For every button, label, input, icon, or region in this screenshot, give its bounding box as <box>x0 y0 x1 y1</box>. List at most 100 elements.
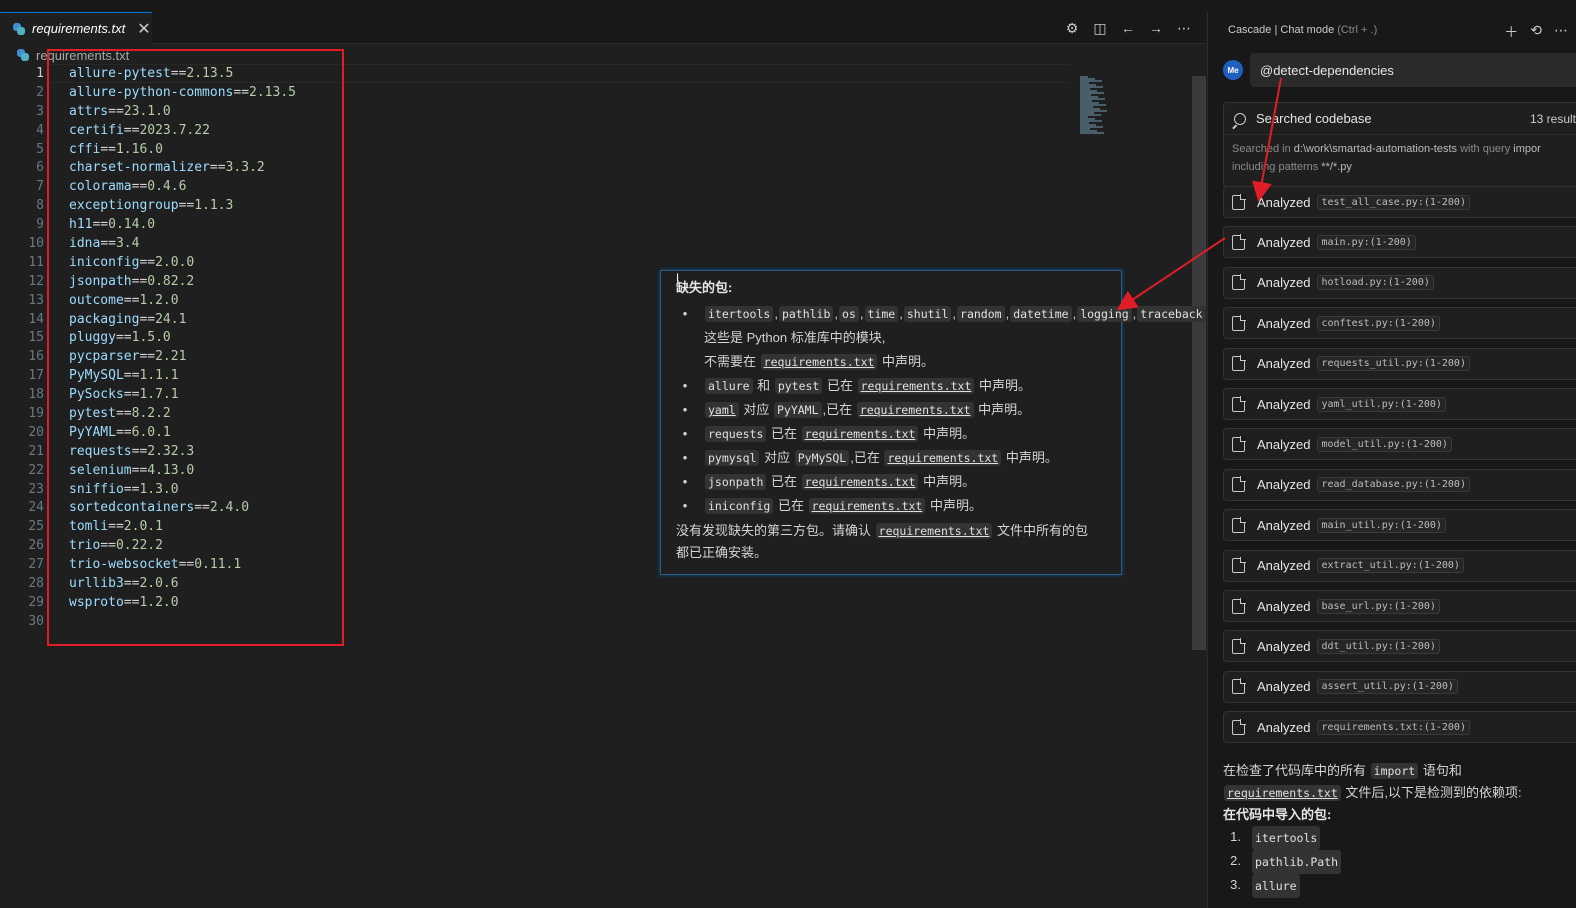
line-number: 21 <box>28 443 44 459</box>
bullet-text: 中声明。 <box>979 378 1032 393</box>
file-icon <box>1232 678 1246 695</box>
bullet-text: 中声明。 <box>978 402 1031 417</box>
analyzed-file[interactable]: base_url.py:(1-200) <box>1317 598 1440 614</box>
analyzed-file[interactable]: hotload.py:(1-200) <box>1317 275 1434 291</box>
analyzed-file[interactable]: requests_util.py:(1-200) <box>1317 356 1470 372</box>
analyzed-item[interactable]: Analyzed ddt_util.py:(1-200) <box>1223 630 1576 663</box>
searched-codebase-card[interactable]: Searched codebase 13 result Searched in … <box>1223 102 1576 188</box>
code-ref[interactable]: requirements.txt <box>808 498 926 514</box>
analyzed-file[interactable]: test_all_case.py:(1-200) <box>1317 194 1470 210</box>
line-number: 20 <box>28 424 44 440</box>
search-card-header[interactable]: Searched codebase <box>1224 103 1576 135</box>
line-number: 3 <box>36 103 44 119</box>
file-icon <box>1232 718 1246 735</box>
analyzed-label: Analyzed <box>1257 477 1311 493</box>
file-icon <box>1232 274 1246 291</box>
analyzed-label: Analyzed <box>1257 315 1311 331</box>
line-number: 24 <box>28 500 44 516</box>
code-ref: os <box>839 306 859 322</box>
analyzed-file[interactable]: requirements.txt:(1-200) <box>1317 719 1470 735</box>
cascade-panel: Cascade | Chat mode (Ctrl + .) ＋ ⟲ ⋯ Me … <box>1207 12 1576 908</box>
plus-icon[interactable]: ＋ <box>1504 22 1518 42</box>
minimap[interactable] <box>1080 76 1110 134</box>
analyzed-item[interactable]: Analyzed assert_util.py:(1-200) <box>1223 670 1576 703</box>
analyzed-label: Analyzed <box>1257 234 1311 250</box>
list-item: • iniconfig 已在 requirements.txt 中声明。 <box>682 498 982 514</box>
arrow-left-icon[interactable]: ← <box>1120 20 1136 36</box>
python-file-icon <box>12 22 26 36</box>
code-ref[interactable]: requirements.txt <box>760 354 878 370</box>
arrow-right-icon[interactable]: → <box>1148 20 1164 36</box>
code-ref[interactable]: requirements.txt <box>801 426 919 442</box>
close-icon[interactable]: ✕ <box>137 19 150 39</box>
code-ref: jsonpath <box>705 474 767 490</box>
list-item: 3. allure <box>1223 874 1576 898</box>
file-icon <box>1232 435 1246 452</box>
code-ref: pymysql <box>705 450 760 466</box>
analyzed-file[interactable]: ddt_util.py:(1-200) <box>1317 638 1440 654</box>
analyzed-file[interactable]: main.py:(1-200) <box>1317 234 1416 250</box>
gear-icon[interactable]: ⚙ <box>1064 20 1080 36</box>
message-bubble[interactable]: @detect-dependencies <box>1250 53 1576 87</box>
editor-actions: ⚙ ◫ ← → ⋯ <box>1064 12 1192 44</box>
analyzed-item[interactable]: Analyzed conftest.py:(1-200) <box>1223 307 1576 340</box>
analyzed-file[interactable]: assert_util.py:(1-200) <box>1317 679 1458 695</box>
analyzed-item[interactable]: Analyzed hotload.py:(1-200) <box>1223 266 1576 299</box>
bullet-text: 对应 <box>764 450 791 465</box>
file-icon <box>1232 476 1246 493</box>
line-number: 16 <box>28 349 44 365</box>
code-ref[interactable]: yaml <box>705 402 739 418</box>
separator: , <box>899 306 903 321</box>
analyzed-label: Analyzed <box>1257 719 1311 735</box>
code-ref[interactable]: requirements.txt <box>856 402 974 418</box>
analyzed-file[interactable]: yaml_util.py:(1-200) <box>1317 396 1446 412</box>
analyzed-item[interactable]: Analyzed base_url.py:(1-200) <box>1223 590 1576 622</box>
analyzed-file[interactable]: main_util.py:(1-200) <box>1317 517 1446 533</box>
analyzed-item[interactable]: Analyzed test_all_case.py:(1-200) <box>1223 186 1576 218</box>
analyzed-item[interactable]: Analyzed read_database.py:(1-200) <box>1223 468 1576 501</box>
analyzed-label: Analyzed <box>1257 356 1311 372</box>
analyzed-item[interactable]: Analyzed requests_util.py:(1-200) <box>1223 347 1576 380</box>
analyzed-item[interactable]: Analyzed main_util.py:(1-200) <box>1223 509 1576 542</box>
code-ref[interactable]: requirements.txt <box>857 378 975 394</box>
analyzed-item[interactable]: Analyzed requirements.txt:(1-200) <box>1223 711 1576 744</box>
analyzed-file[interactable]: conftest.py:(1-200) <box>1317 315 1440 331</box>
code-ref: PyMySQL <box>794 450 850 466</box>
line-number: 30 <box>28 613 44 629</box>
analyzed-item[interactable]: Analyzed main.py:(1-200) <box>1223 226 1576 259</box>
code-ref[interactable]: requirements.txt <box>884 450 1002 466</box>
more-icon[interactable]: ⋯ <box>1176 20 1192 36</box>
bullet-text: 已在 <box>771 426 798 441</box>
code-ref: requests <box>705 426 767 442</box>
code-ref[interactable]: requirements.txt <box>801 474 919 490</box>
footer-text: 没有发现缺失的第三方包。请确认 <box>676 523 872 538</box>
bullet-text: 中声明。 <box>923 474 976 489</box>
more-icon[interactable]: ⋯ <box>1554 22 1568 42</box>
analyzed-label: Analyzed <box>1257 598 1311 614</box>
code-ref[interactable]: requirements.txt <box>875 523 993 539</box>
line-number: 15 <box>28 330 44 346</box>
analyzed-file[interactable]: read_database.py:(1-200) <box>1317 477 1470 493</box>
list-item: 2. pathlib.Path <box>1223 850 1576 874</box>
analyzed-item[interactable]: Analyzed model_util.py:(1-200) <box>1223 428 1576 461</box>
analyzed-label: Analyzed <box>1257 194 1311 210</box>
analyzed-item[interactable]: Analyzed yaml_util.py:(1-200) <box>1223 388 1576 420</box>
analyzed-file[interactable]: extract_util.py:(1-200) <box>1317 558 1464 574</box>
line-number: 12 <box>28 273 44 289</box>
search-description: Searched in d:\work\smartad-automation-t… <box>1224 135 1576 181</box>
analyzed-file[interactable]: model_util.py:(1-200) <box>1317 436 1452 452</box>
search-query: impor <box>1513 143 1541 155</box>
analyzed-item[interactable]: Analyzed extract_util.py:(1-200) <box>1223 549 1576 582</box>
bullet-text: 中声明。 <box>929 498 982 513</box>
analyzed-label: Analyzed <box>1257 396 1311 412</box>
split-editor-icon[interactable]: ◫ <box>1092 20 1108 36</box>
file-icon <box>1232 233 1246 250</box>
annotation-box <box>47 49 344 646</box>
code-ref[interactable]: requirements.txt <box>1224 785 1341 801</box>
line-number: 23 <box>28 481 44 497</box>
code-ref: pathlib.Path <box>1252 850 1342 874</box>
history-icon[interactable]: ⟲ <box>1530 22 1542 42</box>
tab-requirements[interactable]: requirements.txt ✕ <box>0 12 152 44</box>
line-number: 27 <box>28 557 44 573</box>
bullet-text: 已在 <box>826 378 853 393</box>
